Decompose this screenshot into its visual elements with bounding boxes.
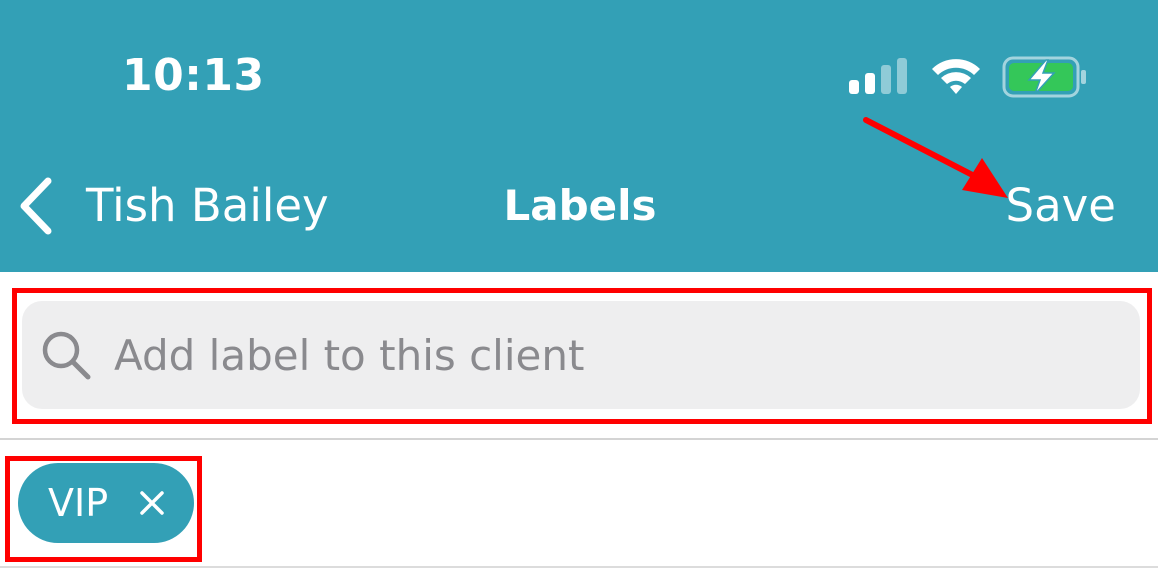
labels-screen: 10:13 Tish Bailey Labels Save Add label … <box>0 0 1158 580</box>
battery-charging-icon <box>1002 56 1086 98</box>
back-button-label: Tish Bailey <box>86 179 329 232</box>
cellular-signal-icon <box>849 58 907 94</box>
wifi-icon <box>932 59 980 94</box>
chevron-left-icon <box>20 177 52 235</box>
back-button[interactable]: Tish Bailey <box>14 170 329 242</box>
save-button[interactable]: Save <box>1006 170 1116 242</box>
page-title: Labels <box>503 181 657 230</box>
status-time: 10:13 <box>122 50 265 101</box>
divider <box>0 438 1158 440</box>
search-highlight-annotation <box>12 288 1152 424</box>
divider-bottom <box>0 566 1158 568</box>
header: 10:13 Tish Bailey Labels Save <box>0 0 1158 272</box>
chip-highlight-annotation <box>5 456 202 562</box>
